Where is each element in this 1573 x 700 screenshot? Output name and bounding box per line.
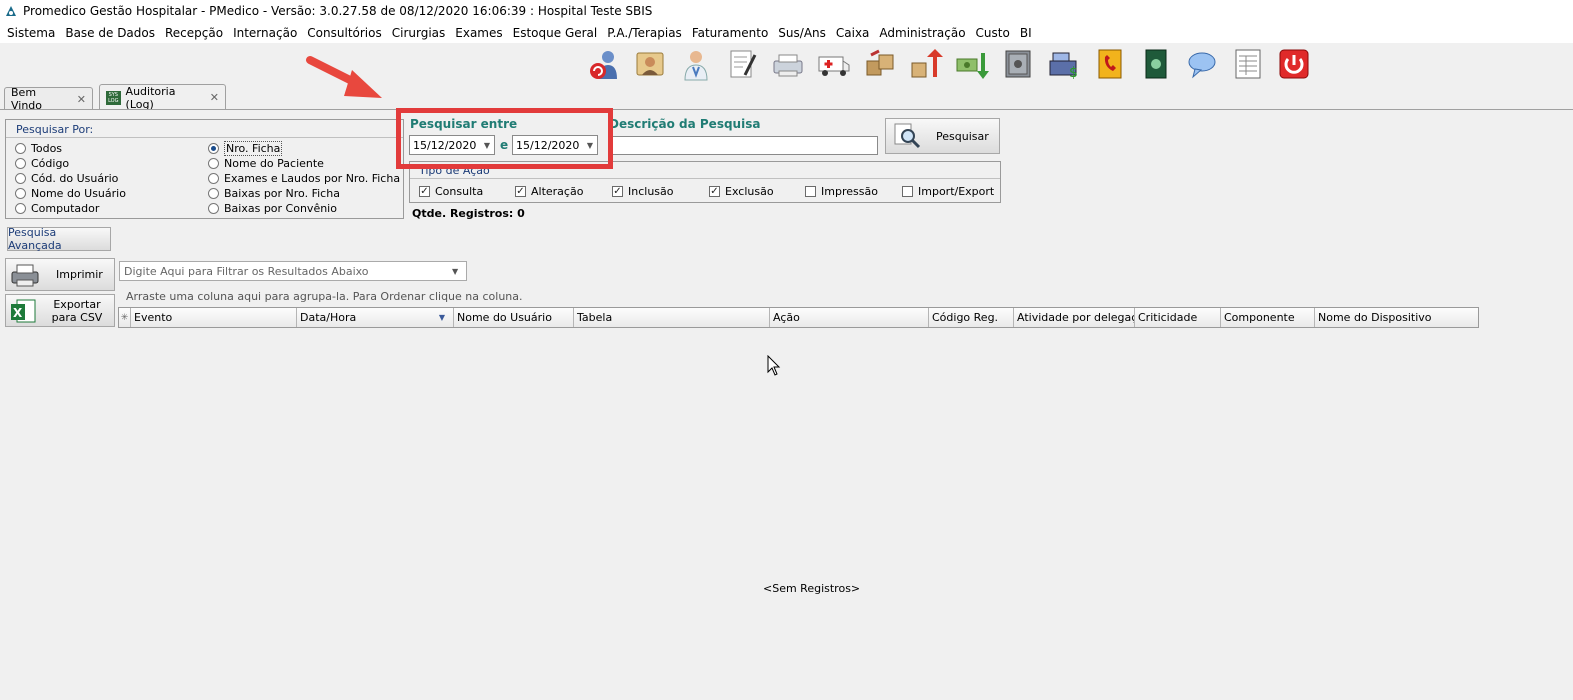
highlight-box [396, 108, 613, 169]
column-data-hora[interactable]: Data/Hora ▼ [297, 308, 454, 327]
column-nome-dispositivo[interactable]: Nome do Dispositivo [1315, 308, 1478, 327]
excel-icon: X [11, 299, 36, 322]
menu-pa-terapias[interactable]: P.A./Terapias [603, 26, 686, 40]
radio-exames-laudos[interactable]: Exames e Laudos por Nro. Ficha [208, 171, 400, 186]
column-codigo-reg[interactable]: Código Reg. [929, 308, 1014, 327]
checkbox-exclusao[interactable]: ✓ Exclusão [709, 185, 774, 198]
menu-sus-ans[interactable]: Sus/Ans [774, 26, 830, 40]
search-icon [894, 123, 921, 149]
printer-icon [11, 264, 39, 286]
menu-sistema[interactable]: Sistema [3, 26, 59, 40]
column-acao[interactable]: Ação [770, 308, 929, 327]
menu-bi[interactable]: BI [1016, 26, 1036, 40]
phonebook-icon[interactable] [1091, 45, 1129, 83]
cash-register-icon[interactable]: $ [1045, 45, 1083, 83]
menu-estoque-geral[interactable]: Estoque Geral [509, 26, 602, 40]
refresh-users-icon[interactable] [585, 45, 623, 83]
group-by-hint: Arraste uma coluna aqui para agrupa-la. … [126, 290, 523, 303]
search-by-group: Pesquisar Por: Todos Código Cód. do Usuá… [5, 119, 404, 219]
row-indicator-icon: ✳ [119, 308, 131, 327]
radio-todos[interactable]: Todos [15, 141, 126, 156]
stock-up-icon[interactable] [907, 45, 945, 83]
chevron-down-icon[interactable]: ▼ [452, 267, 466, 276]
chat-icon[interactable] [1183, 45, 1221, 83]
menu-bar: Sistema Base de Dados Recepção Internaçã… [0, 22, 1573, 43]
radio-cod-usuario[interactable]: Cód. do Usuário [15, 171, 126, 186]
toolbar: $ [585, 45, 1313, 83]
checkbox-alteracao[interactable]: ✓ Alteração [515, 185, 583, 198]
stock-boxes-icon[interactable] [861, 45, 899, 83]
filter-input[interactable]: Digite Aqui para Filtrar os Resultados A… [119, 261, 467, 281]
column-componente[interactable]: Componente [1221, 308, 1315, 327]
menu-faturamento[interactable]: Faturamento [688, 26, 772, 40]
tab-auditoria[interactable]: SYS LOG Auditoria (Log) ✕ [99, 84, 226, 111]
menu-custo[interactable]: Custo [972, 26, 1014, 40]
description-label: Descrição da Pesquisa [609, 117, 761, 131]
radio-baixas-convenio[interactable]: Baixas por Convênio [208, 201, 400, 216]
column-atividade-delegacao[interactable]: Atividade por delegação [1014, 308, 1135, 327]
tab-label: Auditoria (Log) [125, 84, 176, 111]
ambulance-icon[interactable] [815, 45, 853, 83]
radio-computador[interactable]: Computador [15, 201, 126, 216]
title-bar: Promedico Gestão Hospitalar - PMedico - … [0, 0, 1573, 22]
checkbox-consulta[interactable]: ✓ Consulta [419, 185, 483, 198]
column-criticidade[interactable]: Criticidade [1135, 308, 1221, 327]
search-by-options-left: Todos Código Cód. do Usuário Nome do Usu… [15, 141, 126, 216]
app-logo-icon [6, 6, 16, 16]
radio-nro-ficha[interactable]: Nro. Ficha [208, 141, 400, 156]
column-nome-usuario[interactable]: Nome do Usuário [454, 308, 574, 327]
svg-text:$: $ [1069, 65, 1078, 81]
mouse-cursor-icon [767, 355, 781, 376]
empty-grid-message: <Sem Registros> [763, 582, 861, 595]
menu-recepcao[interactable]: Recepção [161, 26, 227, 40]
menu-consultorios[interactable]: Consultórios [303, 26, 385, 40]
radio-codigo[interactable]: Código [15, 156, 126, 171]
checkbox-impressao[interactable]: Impressão [805, 185, 878, 198]
advanced-search-button[interactable]: Pesquisa Avançada [7, 226, 111, 252]
menu-internacao[interactable]: Internação [229, 26, 301, 40]
menu-cirurgias[interactable]: Cirurgias [388, 26, 450, 40]
close-icon[interactable]: ✕ [77, 93, 86, 106]
checkbox-inclusao[interactable]: ✓ Inclusão [612, 185, 674, 198]
column-tabela[interactable]: Tabela [574, 308, 770, 327]
tab-strip: Bem Vindo ✕ SYS LOG Auditoria (Log) ✕ [0, 84, 1573, 112]
menu-caixa[interactable]: Caixa [832, 26, 874, 40]
doctor-icon[interactable] [677, 45, 715, 83]
column-evento[interactable]: Evento [131, 308, 297, 327]
tab-bem-vindo[interactable]: Bem Vindo ✕ [4, 86, 93, 112]
power-icon[interactable] [1275, 45, 1313, 83]
checkbox-import-export[interactable]: Import/Export [902, 185, 994, 198]
record-count: Qtde. Registros: 0 [412, 207, 525, 220]
printer-bed-icon[interactable] [769, 45, 807, 83]
radio-nome-paciente[interactable]: Nome do Paciente [208, 156, 400, 171]
window-title: Promedico Gestão Hospitalar - PMedico - … [23, 4, 653, 18]
reception-icon[interactable] [631, 45, 669, 83]
grid-header: ✳ Evento Data/Hora ▼ Nome do Usuário Tab… [118, 307, 1479, 328]
export-csv-button[interactable]: X Exportar para CSV [5, 294, 115, 327]
radio-nome-usuario[interactable]: Nome do Usuário [15, 186, 126, 201]
description-input[interactable] [608, 136, 878, 155]
search-by-title: Pesquisar Por: [16, 123, 94, 136]
close-icon[interactable]: ✕ [210, 91, 219, 104]
svg-text:X: X [13, 306, 23, 320]
menu-exames[interactable]: Exames [451, 26, 506, 40]
money-icon[interactable] [953, 45, 991, 83]
search-by-options-right: Nro. Ficha Nome do Paciente Exames e Lau… [208, 141, 400, 216]
book-icon[interactable] [1137, 45, 1175, 83]
safe-icon[interactable] [999, 45, 1037, 83]
tab-divider [0, 109, 1573, 110]
print-button[interactable]: Imprimir [5, 258, 115, 291]
menu-administracao[interactable]: Administração [875, 26, 969, 40]
report-icon[interactable] [1229, 45, 1267, 83]
prescription-icon[interactable] [723, 45, 761, 83]
sys-log-icon: SYS LOG [106, 90, 121, 105]
radio-baixas-ficha[interactable]: Baixas por Nro. Ficha [208, 186, 400, 201]
menu-base-de-dados[interactable]: Base de Dados [61, 26, 159, 40]
sort-desc-icon: ▼ [438, 313, 445, 322]
search-button[interactable]: Pesquisar [885, 118, 1000, 154]
